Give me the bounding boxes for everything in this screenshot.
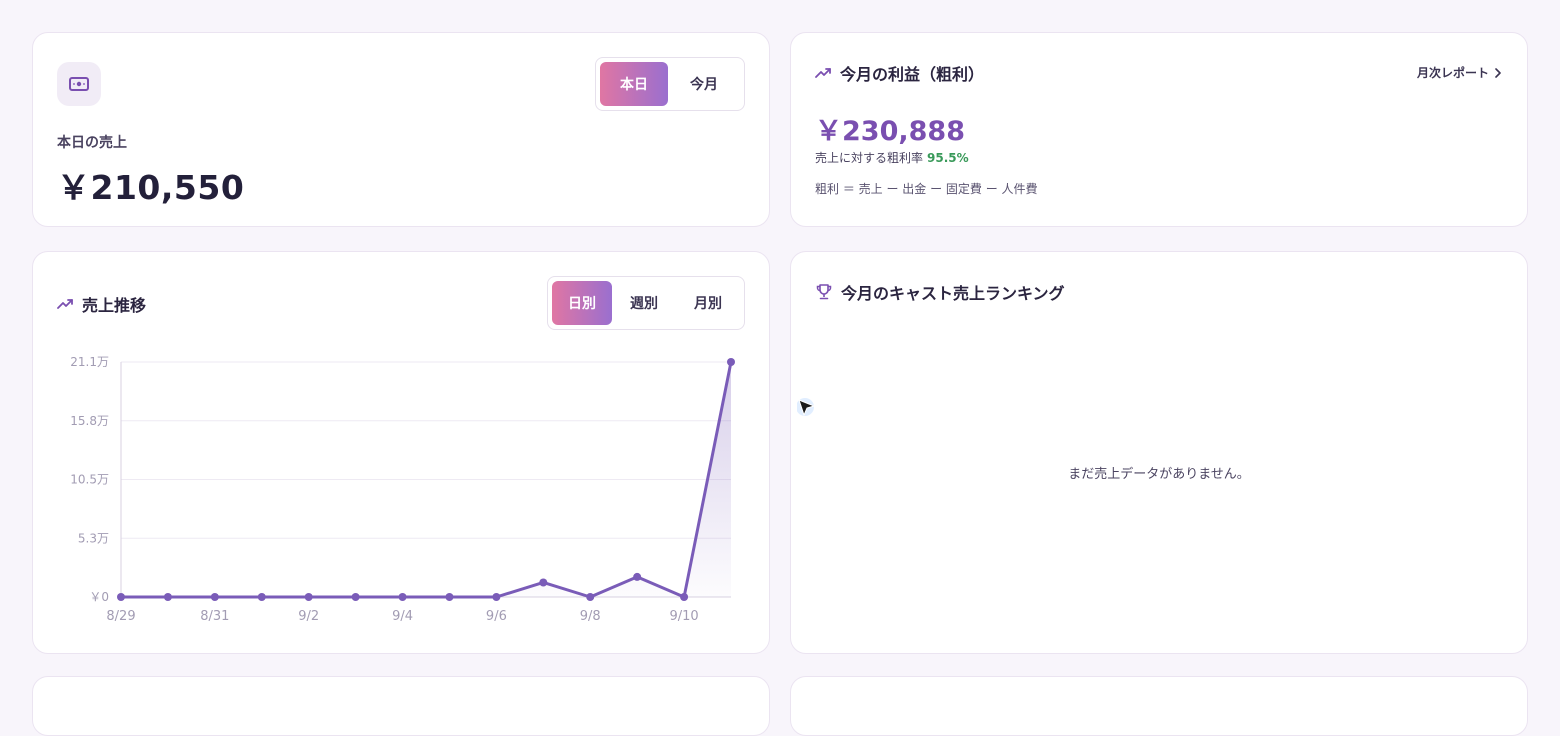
x-tick-label: 9/6 (486, 609, 507, 624)
today-sales-value: ￥210,550 (57, 168, 245, 207)
today-sales-label: 本日の売上 (57, 135, 127, 151)
money-icon-badge (57, 62, 101, 106)
sales-trend-chart: 8/29 8/31 9/2 9/4 9/6 9/8 9/10 ￥0 5.3万 10.5万 15.8… (70, 355, 735, 624)
data-point[interactable] (633, 572, 642, 581)
profit-value: ￥230,888 (815, 116, 965, 147)
data-point[interactable] (304, 593, 313, 601)
x-tick-label: 9/2 (298, 609, 319, 624)
sales-trend-card: 売上推移 日別 週別 月別 8/29 8/31 9/2 9/4 9/6 9/8 9/10 ￥… (32, 251, 770, 654)
monthly-profit-card: 今月の利益（粗利） 月次レポート ￥230,888 売上に対する粗利率 95.5%… (790, 32, 1528, 227)
data-point[interactable] (210, 593, 219, 601)
data-point[interactable] (163, 593, 172, 601)
x-tick-label: 8/31 (200, 609, 229, 624)
today-sales-card: 本日 今月 本日の売上 ￥210,550 (32, 32, 770, 227)
x-tick-label: 9/8 (580, 609, 601, 624)
sales-period-toggle: 本日 今月 (595, 57, 745, 111)
y-tick-label: 10.5万 (70, 473, 109, 487)
data-point[interactable] (398, 593, 407, 601)
data-point[interactable] (727, 358, 735, 366)
profit-formula: 粗利 ＝ 売上 ー 出金 ー 固定費 ー 人件費 (815, 182, 1038, 196)
profit-title: 今月の利益（粗利） (815, 61, 984, 85)
x-tick-label: 8/29 (106, 609, 135, 624)
bottom-right-card (790, 676, 1528, 736)
tab-today[interactable]: 本日 (600, 62, 668, 106)
mouse-cursor-icon (797, 398, 816, 417)
x-tick-label: 9/4 (392, 609, 413, 624)
profit-title-text: 今月の利益（粗利） (840, 65, 985, 84)
ranking-title-text: 今月のキャスト売上ランキング (841, 284, 1065, 303)
data-point[interactable] (680, 593, 689, 601)
trophy-icon (816, 284, 832, 300)
data-point[interactable] (492, 593, 501, 601)
data-point[interactable] (445, 593, 454, 601)
x-tick-label: 9/10 (669, 609, 698, 624)
data-point[interactable] (586, 593, 595, 601)
profit-rate-value: 95.5% (927, 151, 969, 165)
trend-up-icon (815, 68, 831, 78)
y-tick-label: 21.1万 (70, 355, 109, 369)
data-point[interactable] (539, 578, 548, 587)
money-icon (69, 77, 89, 91)
cast-ranking-card: 今月のキャスト売上ランキング まだ売上データがありません。 (790, 251, 1528, 654)
bottom-left-card (32, 676, 770, 736)
data-point[interactable] (351, 593, 360, 601)
data-point[interactable] (257, 593, 266, 601)
tab-this-month[interactable]: 今月 (668, 62, 740, 106)
profit-rate: 売上に対する粗利率 95.5% (815, 149, 969, 166)
data-point[interactable] (117, 593, 125, 601)
y-tick-label: 15.8万 (70, 414, 109, 428)
ranking-title: 今月のキャスト売上ランキング (815, 280, 1065, 304)
ranking-empty-message: まだ売上データがありません。 (1068, 467, 1250, 482)
monthly-report-label: 月次レポート (1416, 66, 1489, 80)
chevron-right-icon (1495, 67, 1501, 78)
y-tick-label: ￥0 (89, 590, 109, 604)
y-tick-label: 5.3万 (78, 531, 109, 545)
profit-rate-label: 売上に対する粗利率 (815, 151, 924, 165)
monthly-report-link[interactable]: 月次レポート (1417, 64, 1501, 81)
